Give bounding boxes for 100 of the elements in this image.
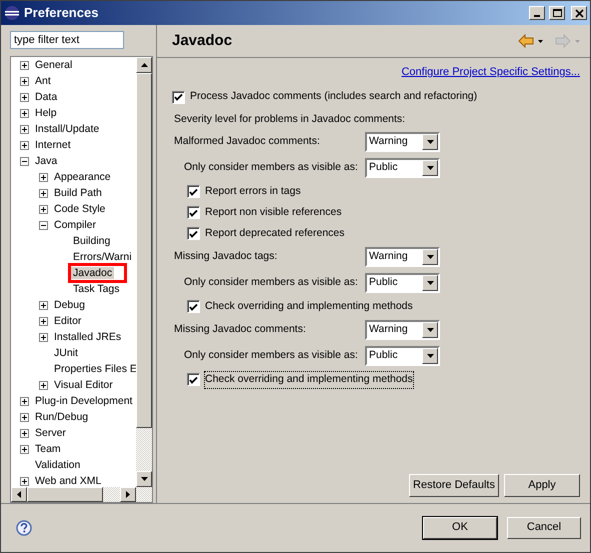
tree-item[interactable]: Run/Debug [33, 410, 90, 424]
checkbox[interactable] [187, 206, 200, 220]
checkbox-label: Process Javadoc comments (includes search and refactoring) [190, 89, 478, 104]
scroll-up-button[interactable] [136, 57, 152, 73]
caret-icon [426, 328, 434, 332]
close-icon [574, 8, 584, 18]
checkbox[interactable] [187, 185, 200, 198]
field-label: Only consider members as visible as: [184, 160, 359, 176]
expand-icon[interactable] [39, 332, 48, 342]
dropdown[interactable]: Warning [365, 320, 440, 340]
down-arrow-icon [140, 477, 148, 481]
field-label: Malformed Javadoc comments: [174, 134, 321, 150]
tree-item[interactable]: Server [33, 426, 68, 440]
tree-item[interactable]: Properties Files E [52, 362, 136, 376]
filter-field[interactable]: type filter text [10, 31, 124, 49]
dialog-button[interactable]: Cancel [507, 516, 581, 538]
dropdown-caret-icon[interactable] [538, 40, 543, 42]
tree-item[interactable]: JUnit [52, 346, 80, 360]
collapse-icon[interactable] [20, 156, 29, 166]
field-label: Only consider members as visible as: [184, 348, 359, 364]
checkbox[interactable] [187, 373, 200, 386]
expand-icon[interactable] [20, 476, 29, 486]
tree-item[interactable]: Debug [52, 298, 87, 312]
expand-icon[interactable] [20, 396, 29, 406]
scrollbar-thumb[interactable] [27, 487, 103, 502]
tree-item[interactable]: Code Style [52, 202, 108, 216]
collapse-icon[interactable] [39, 220, 48, 230]
tree-item[interactable]: Appearance [52, 170, 113, 184]
tree-item[interactable]: Building [71, 234, 112, 248]
checkbox-label: Check overriding and implementing methods [205, 372, 413, 388]
app-icon [4, 5, 20, 21]
field-label: Only consider members as visible as: [184, 275, 359, 290]
expand-icon[interactable] [20, 76, 29, 86]
scrollbar-thumb[interactable] [136, 73, 152, 428]
dropdown[interactable]: Public [365, 346, 440, 366]
tree-item[interactable]: Team [33, 442, 63, 456]
expand-icon[interactable] [20, 444, 29, 454]
tree-item[interactable]: Build Path [52, 186, 104, 200]
dropdown[interactable]: Warning [365, 132, 440, 152]
checkbox[interactable] [172, 90, 185, 104]
tree-item[interactable]: General [33, 58, 74, 72]
maximize-icon [552, 9, 562, 17]
tree-item[interactable]: Help [33, 106, 59, 120]
configure-link[interactable]: Configure Project Specific Settings... [401, 64, 580, 80]
dropdown[interactable]: Warning [365, 247, 440, 268]
expand-icon[interactable] [39, 316, 48, 326]
page-button[interactable]: Apply [504, 474, 580, 497]
dialog-button[interactable]: OK [423, 516, 497, 538]
left-arrow-icon [17, 491, 21, 498]
tree-item[interactable]: Errors/Warni [71, 250, 134, 264]
up-arrow-icon [140, 63, 148, 67]
tree-item[interactable]: Editor [52, 314, 84, 328]
tree-item[interactable]: Validation [33, 458, 82, 472]
expand-icon[interactable] [20, 108, 29, 118]
caret-icon [426, 354, 434, 358]
expand-icon[interactable] [39, 172, 48, 182]
expand-icon[interactable] [20, 60, 29, 70]
tree-item[interactable]: Javadoc [71, 267, 114, 279]
expand-icon[interactable] [20, 428, 29, 438]
check-icon [189, 230, 198, 238]
checkbox[interactable] [187, 227, 200, 240]
tree-item[interactable]: Task Tags [71, 282, 122, 296]
expand-icon[interactable] [39, 300, 48, 310]
page-button[interactable]: Restore Defaults [409, 474, 499, 497]
tree-item[interactable]: Installed JREs [52, 330, 124, 344]
maximize-button[interactable] [549, 6, 565, 20]
scroll-right-button[interactable] [120, 487, 136, 502]
minimize-button[interactable] [529, 6, 545, 20]
field-label: Missing Javadoc comments: [174, 322, 307, 338]
expand-icon[interactable] [20, 412, 29, 422]
checkbox-label: Report errors in tags [205, 184, 301, 199]
help-icon[interactable] [16, 520, 32, 536]
expand-icon[interactable] [20, 124, 29, 134]
dropdown[interactable]: Public [365, 273, 440, 294]
tree-item[interactable]: Plug-in Development [33, 394, 134, 408]
scroll-down-button[interactable] [136, 471, 152, 487]
expand-icon[interactable] [20, 92, 29, 102]
checkbox-label: Report non visible references [205, 204, 342, 220]
tree-item[interactable]: Internet [33, 138, 73, 152]
tree-item[interactable]: Web and XML [33, 474, 104, 487]
close-button[interactable] [571, 6, 587, 20]
expand-icon[interactable] [39, 380, 48, 390]
check-icon [189, 376, 198, 384]
tree-item[interactable]: Visual Editor [52, 378, 115, 392]
page-title: Javadoc [172, 30, 234, 51]
expand-icon[interactable] [39, 204, 48, 214]
expand-icon[interactable] [20, 140, 29, 150]
tree-item[interactable]: Ant [33, 74, 53, 88]
checkbox[interactable] [187, 300, 200, 314]
scroll-left-button[interactable] [11, 487, 27, 502]
tree-item[interactable]: Compiler [52, 218, 98, 232]
caret-icon [426, 255, 434, 260]
tree-item[interactable]: Java [33, 154, 60, 168]
dropdown[interactable]: Public [365, 158, 440, 178]
tree-item[interactable]: Install/Update [33, 122, 102, 136]
expand-icon[interactable] [39, 188, 48, 198]
caret-icon [426, 166, 434, 170]
check-icon [174, 93, 183, 101]
check-icon [189, 208, 198, 217]
tree-item[interactable]: Data [33, 90, 60, 104]
